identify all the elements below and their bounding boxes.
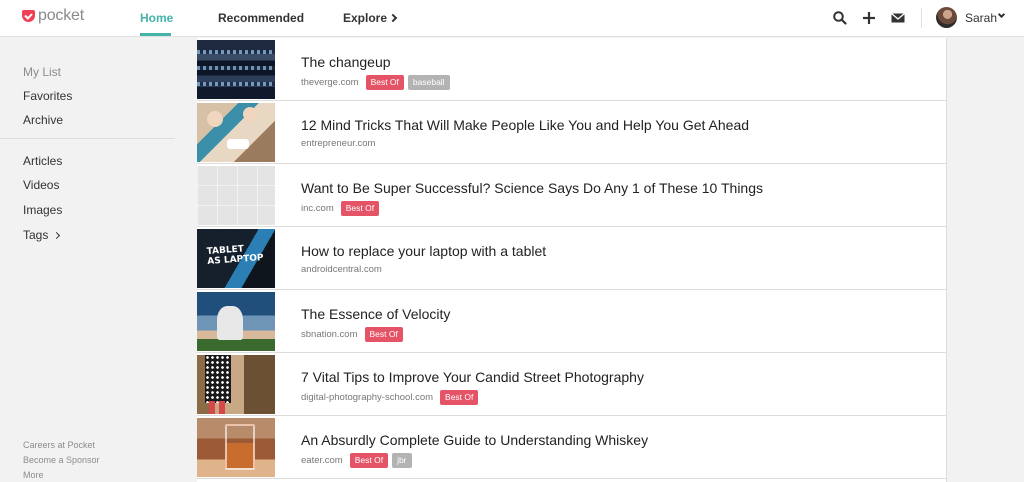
- article-meta: inc.com Best Of: [301, 201, 383, 216]
- tag-badge[interactable]: Best Of: [365, 75, 404, 90]
- article-meta: digital-photography-school.com Best Of: [301, 390, 482, 405]
- header-divider: [921, 8, 922, 28]
- sidebar-item-videos[interactable]: Videos: [23, 178, 59, 192]
- article-thumbnail[interactable]: [197, 40, 275, 99]
- article-title[interactable]: The Essence of Velocity: [301, 306, 450, 322]
- tag-badge[interactable]: Best Of: [349, 453, 389, 468]
- chevron-down-icon[interactable]: [997, 10, 1006, 19]
- article-domain[interactable]: sbnation.com: [301, 329, 358, 340]
- mail-icon[interactable]: [890, 10, 906, 26]
- article-title[interactable]: 7 Vital Tips to Improve Your Candid Stre…: [301, 369, 644, 385]
- pocket-logo[interactable]: pocket: [22, 7, 84, 25]
- tag-badge[interactable]: baseball: [407, 75, 450, 90]
- tag-badge[interactable]: Best Of: [340, 201, 380, 216]
- article-domain[interactable]: theverge.com: [301, 77, 359, 88]
- article-domain[interactable]: androidcentral.com: [301, 264, 382, 275]
- list-item[interactable]: TABLET AS LAPTOP How to replace your lapt…: [197, 227, 946, 290]
- article-meta: androidcentral.com: [301, 264, 389, 275]
- tag-badge[interactable]: Best Of: [364, 327, 403, 342]
- article-meta: eater.com Best Of jbr: [301, 453, 416, 468]
- article-thumbnail[interactable]: TABLET AS LAPTOP: [197, 229, 275, 288]
- article-domain[interactable]: eater.com: [301, 455, 343, 466]
- article-meta: theverge.com Best Of baseball: [301, 75, 454, 90]
- sidebar-item-tags[interactable]: Tags: [23, 228, 61, 242]
- article-title[interactable]: The changeup: [301, 54, 391, 70]
- top-bar: pocket Home Recommended Explore Sarah: [0, 0, 1024, 37]
- footer-link-careers[interactable]: Careers at Pocket: [23, 440, 95, 450]
- footer-link-more[interactable]: More: [23, 470, 44, 480]
- article-domain[interactable]: entrepreneur.com: [301, 138, 375, 149]
- article-title[interactable]: Want to Be Super Successful? Science Say…: [301, 180, 763, 196]
- sidebar-item-my-list[interactable]: My List: [23, 65, 61, 79]
- sidebar: My List Favorites Archive Articles Video…: [0, 38, 197, 482]
- list-item[interactable]: The Essence of Velocity sbnation.com Bes…: [197, 290, 946, 353]
- chevron-right-icon: [53, 231, 61, 240]
- active-tab-indicator: [140, 33, 171, 36]
- list-item[interactable]: The changeup theverge.com Best Of baseba…: [197, 38, 946, 101]
- tab-home[interactable]: Home: [140, 11, 173, 25]
- tag-badge[interactable]: Best Of: [440, 390, 479, 405]
- article-meta: sbnation.com Best Of: [301, 327, 407, 342]
- user-name[interactable]: Sarah: [965, 11, 997, 25]
- sidebar-divider: [0, 138, 175, 139]
- article-domain[interactable]: inc.com: [301, 203, 334, 214]
- avatar[interactable]: [936, 7, 957, 28]
- article-thumbnail[interactable]: [197, 355, 275, 414]
- article-title[interactable]: An Absurdly Complete Guide to Understand…: [301, 432, 648, 448]
- list-item[interactable]: 12 Mind Tricks That Will Make People Lik…: [197, 101, 946, 164]
- tab-explore-label: Explore: [343, 11, 388, 25]
- sidebar-item-favorites[interactable]: Favorites: [23, 89, 72, 103]
- article-thumbnail[interactable]: [197, 418, 275, 477]
- sidebar-item-images[interactable]: Images: [23, 203, 62, 217]
- article-list: The changeup theverge.com Best Of baseba…: [197, 38, 947, 482]
- thumbnail-text: TABLET AS LAPTOP: [206, 244, 264, 267]
- logo-text: pocket: [38, 7, 84, 24]
- list-item[interactable]: An Absurdly Complete Guide to Understand…: [197, 416, 946, 479]
- tab-explore[interactable]: Explore: [343, 11, 398, 25]
- sidebar-item-tags-label: Tags: [23, 228, 49, 242]
- article-meta: entrepreneur.com: [301, 138, 382, 149]
- sidebar-item-articles[interactable]: Articles: [23, 154, 62, 168]
- article-thumbnail[interactable]: [197, 292, 275, 351]
- list-item[interactable]: 7 Vital Tips to Improve Your Candid Stre…: [197, 353, 946, 416]
- tab-recommended[interactable]: Recommended: [218, 11, 304, 25]
- footer-link-sponsor[interactable]: Become a Sponsor: [23, 455, 100, 465]
- article-title[interactable]: 12 Mind Tricks That Will Make People Lik…: [301, 117, 749, 133]
- list-item[interactable]: Want to Be Super Successful? Science Say…: [197, 164, 946, 227]
- article-thumbnail[interactable]: [197, 103, 275, 162]
- search-icon[interactable]: [832, 10, 848, 26]
- chevron-right-icon: [388, 13, 398, 23]
- pocket-logo-icon: [22, 10, 35, 22]
- article-title[interactable]: How to replace your laptop with a tablet: [301, 243, 546, 259]
- tag-badge[interactable]: jbr: [392, 453, 412, 468]
- add-icon[interactable]: [861, 10, 877, 26]
- article-thumbnail[interactable]: [197, 166, 275, 225]
- article-domain[interactable]: digital-photography-school.com: [301, 392, 433, 403]
- sidebar-item-archive[interactable]: Archive: [23, 113, 63, 127]
